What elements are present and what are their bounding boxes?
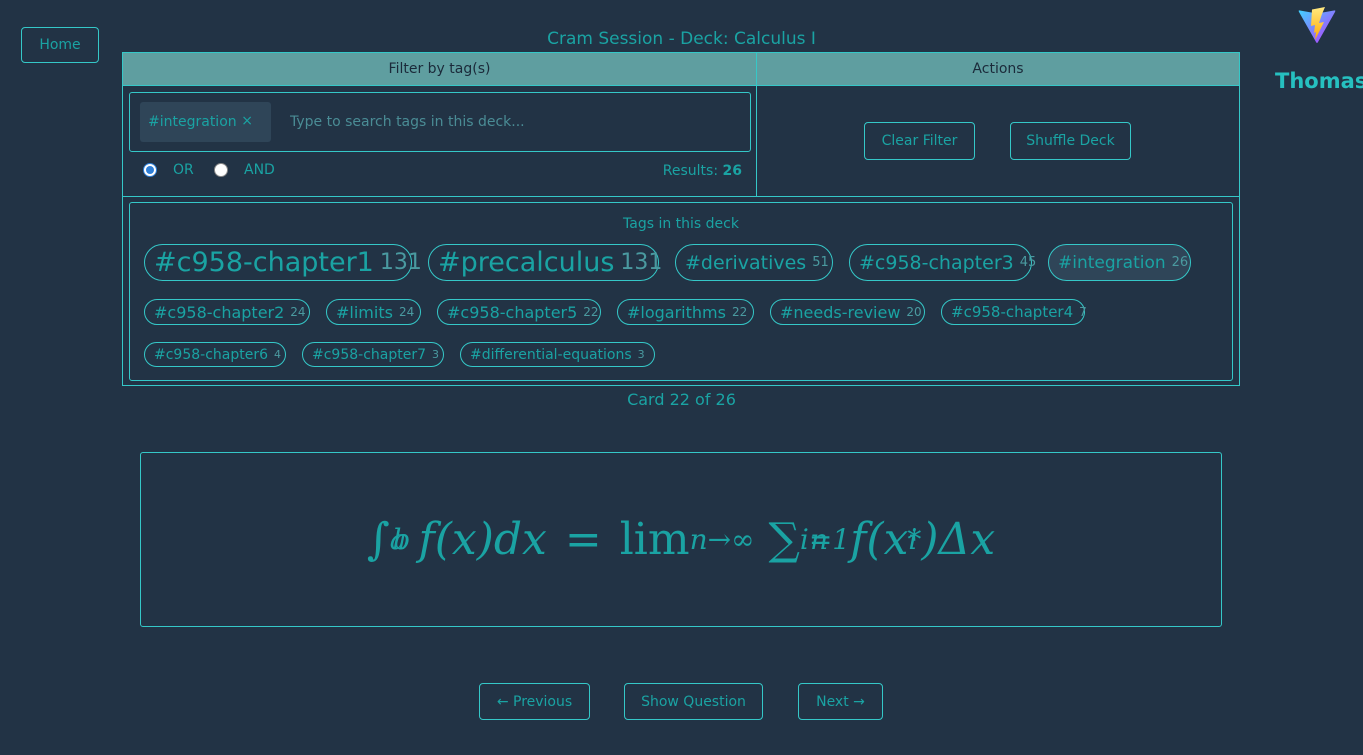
mode-and-option[interactable]: AND [214, 162, 275, 178]
results-label: Results: [662, 163, 719, 179]
tag-name: #precalculus [438, 247, 615, 278]
equals-sign: = [564, 514, 602, 565]
tag-c958-chapter3[interactable]: #c958-chapter3 45 [849, 244, 1036, 281]
tag-c958-chapter5[interactable]: #c958-chapter5 22 [437, 299, 601, 325]
sum-tail: )Δx [921, 514, 996, 565]
x-superscript: * [907, 523, 922, 556]
user-name: Thomas [1275, 69, 1363, 93]
tag-count: 7 [1079, 305, 1087, 319]
sum-term: f(x [850, 514, 909, 565]
tag-count: 131 [620, 250, 663, 275]
tag-name: #c958-chapter2 [154, 302, 285, 322]
selected-tag-chip: #integration × [140, 102, 271, 142]
tag-name: #c958-chapter4 [951, 303, 1074, 321]
tag-limits[interactable]: #limits 24 [326, 299, 421, 325]
tag-count: 24 [398, 305, 415, 319]
tag-name: #c958-chapter1 [154, 247, 374, 278]
tag-count: 45 [1019, 255, 1037, 270]
tag-count: 4 [274, 348, 282, 361]
actions-header: Actions [757, 53, 1239, 86]
tag-count: 20 [906, 305, 922, 319]
tag-name: #logarithms [627, 302, 726, 322]
column-divider [756, 86, 757, 197]
tag-count: 22 [583, 305, 599, 319]
card-counter: Card 22 of 26 [627, 390, 736, 409]
tag-c958-chapter6[interactable]: #c958-chapter6 4 [144, 342, 286, 367]
remove-tag-icon[interactable]: × [241, 113, 253, 129]
tag-logarithms[interactable]: #logarithms 22 [617, 299, 754, 325]
card-formula: ∫ a b f(x)dx = lim n→∞ ∑ i=1 n f(x i *)Δx [141, 453, 1221, 626]
tag-count: 3 [637, 348, 645, 361]
tag-precalculus[interactable]: #precalculus 131 [428, 244, 663, 281]
lim-operator: lim [619, 514, 690, 565]
tag-differential-equations[interactable]: #differential-equations 3 [460, 342, 655, 367]
sum-sign: ∑ [768, 514, 800, 565]
mode-or-option[interactable]: OR [143, 162, 194, 178]
clear-filter-button[interactable]: Clear Filter [864, 122, 975, 160]
tag-integration[interactable]: #integration 26 [1048, 244, 1191, 281]
filter-header: Filter by tag(s) [123, 53, 757, 86]
lim-subscript: n→∞ [689, 523, 755, 556]
tag-name: #c958-chapter3 [859, 251, 1014, 274]
tag-name: #limits [336, 302, 393, 322]
tag-count: 24 [290, 305, 306, 319]
filter-panel: Filter by tag(s) Actions #integration × … [122, 52, 1240, 386]
tag-count: 26 [1171, 255, 1189, 270]
tag-count: 131 [379, 250, 422, 275]
show-question-button[interactable]: Show Question [624, 683, 763, 720]
mode-or-radio[interactable] [143, 163, 157, 177]
deck-tags-title: Tags in this deck [623, 216, 739, 232]
integral-upper: b [392, 523, 411, 556]
tag-name: #differential-equations [470, 346, 632, 363]
tag-c958-chapter4[interactable]: #c958-chapter4 7 [941, 299, 1087, 325]
tag-count: 22 [731, 305, 748, 319]
tag-name: #c958-chapter7 [312, 346, 427, 363]
next-button[interactable]: Next → [798, 683, 883, 720]
integral-sign: ∫ [366, 514, 390, 565]
tag-name: #needs-review [780, 302, 901, 322]
tag-name: #derivatives [685, 251, 807, 274]
tag-needs-review[interactable]: #needs-review 20 [770, 299, 925, 325]
flashcard[interactable]: ∫ a b f(x)dx = lim n→∞ ∑ i=1 n f(x i *)Δx [140, 452, 1222, 627]
previous-button[interactable]: ← Previous [479, 683, 590, 720]
integrand: f(x)dx [418, 514, 547, 565]
results-value: 26 [722, 163, 742, 179]
tag-name: #integration [1058, 252, 1166, 273]
shuffle-deck-button[interactable]: Shuffle Deck [1010, 122, 1131, 160]
mode-and-radio[interactable] [214, 163, 228, 177]
tag-name: #c958-chapter6 [154, 346, 269, 363]
row-divider [123, 196, 1239, 197]
page-title: Cram Session - Deck: Calculus I [547, 29, 816, 49]
mode-and-label: AND [244, 162, 275, 178]
tag-filter-input-box[interactable]: #integration × [129, 92, 751, 152]
results-count: Results: 26 [623, 163, 742, 179]
tag-count: 3 [432, 348, 440, 361]
tag-count: 51 [812, 255, 829, 270]
deck-tags-box: Tags in this deck #c958-chapter1 131 #pre… [129, 202, 1233, 381]
sum-upper: n [810, 523, 829, 556]
tag-name: #c958-chapter5 [447, 302, 578, 322]
tag-c958-chapter7[interactable]: #c958-chapter7 3 [302, 342, 444, 367]
tag-derivatives[interactable]: #derivatives 51 [675, 244, 833, 281]
tag-search-input[interactable] [290, 111, 730, 133]
mode-or-label: OR [173, 162, 194, 178]
vite-logo-icon [1298, 7, 1336, 43]
selected-tag-label: #integration [148, 114, 237, 130]
tag-c958-chapter1[interactable]: #c958-chapter1 131 [144, 244, 422, 281]
tag-c958-chapter2[interactable]: #c958-chapter2 24 [144, 299, 310, 325]
